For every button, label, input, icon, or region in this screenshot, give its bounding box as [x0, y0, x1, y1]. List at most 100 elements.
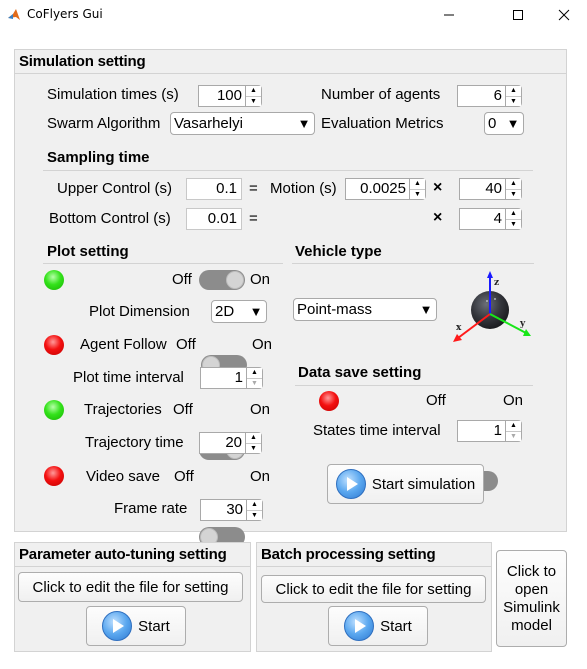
data-save-setting-title: Data save setting [298, 364, 422, 381]
spin-down-icon[interactable]: ▼ [506, 188, 521, 200]
motion-label: Motion (s) [270, 180, 337, 197]
vehicle-type-dropdown[interactable]: Point-mass ▼ [293, 298, 437, 321]
y-axis-label: y [519, 319, 526, 329]
trajectories-status-lamp [44, 400, 64, 420]
chevron-down-icon: ▼ [419, 302, 433, 317]
data-save-status-lamp [319, 391, 339, 411]
spin-down-icon[interactable]: ▼ [506, 218, 521, 230]
trajectory-time-spinner[interactable]: 20 ▲ ▼ [199, 432, 262, 454]
batch-edit-file-button[interactable]: Click to edit the file for setting [261, 575, 486, 603]
spin-up-icon[interactable]: ▲ [247, 368, 262, 378]
close-button[interactable] [541, 0, 587, 30]
frame-rate-spinner[interactable]: 30 ▲ ▼ [200, 499, 263, 521]
spin-down-icon[interactable]: ▼ [410, 188, 425, 200]
trajectory-time-label: Trajectory time [85, 434, 184, 451]
states-time-interval-value[interactable]: 1 [458, 421, 505, 441]
start-simulation-button[interactable]: Start simulation [327, 464, 484, 504]
plot-off-label: Off [172, 271, 192, 288]
plot-dimension-value: 2D [215, 303, 235, 320]
swarm-algorithm-dropdown[interactable]: Vasarhelyi ▼ [170, 112, 315, 135]
spin-up-icon[interactable]: ▲ [506, 86, 521, 96]
close-icon [558, 9, 570, 21]
trajectories-on-label: On [250, 401, 271, 418]
data-save-on-label: On [503, 392, 524, 409]
plot-time-interval-spinner[interactable]: 1 ▲ ▼ [200, 367, 263, 389]
motion-spinner[interactable]: 0.0025 ▲ ▼ [345, 178, 426, 200]
bottom-control-label: Bottom Control (s) [49, 210, 171, 227]
vehicle-type-title: Vehicle type [295, 243, 382, 260]
spin-up-icon[interactable]: ▲ [246, 433, 261, 443]
swarm-algorithm-label: Swarm Algorithm [47, 115, 161, 132]
chevron-down-icon: ▼ [297, 116, 311, 131]
spin-down-icon[interactable]: ▼ [247, 377, 262, 389]
title-bar: CoFlyers Gui [0, 0, 587, 30]
vehicle-type-value: Point-mass [297, 301, 373, 318]
plot-toggle[interactable] [199, 270, 245, 290]
panel-divider [15, 566, 250, 567]
window-title: CoFlyers Gui [27, 7, 103, 21]
batch-start-button[interactable]: Start [328, 606, 428, 646]
bottom-multiplier-spinner[interactable]: 4 ▲ ▼ [459, 208, 522, 230]
upper-multiplier-spinner[interactable]: 40 ▲ ▼ [459, 178, 522, 200]
simulation-times-value[interactable]: 100 [199, 86, 245, 106]
z-axis-label: z [494, 278, 499, 288]
open-simulink-model-button[interactable]: Click to open Simulink model [496, 550, 567, 647]
trajectory-time-value[interactable]: 20 [200, 433, 245, 453]
spin-down-icon[interactable]: ▼ [506, 430, 521, 442]
bottom-multiplier-value[interactable]: 4 [460, 209, 505, 229]
evaluation-metrics-dropdown[interactable]: 0 ▼ [484, 112, 524, 135]
motion-value[interactable]: 0.0025 [346, 179, 409, 199]
upper-control-field[interactable]: 0.1 [186, 178, 242, 200]
states-time-interval-spinner[interactable]: 1 ▲ ▼ [457, 420, 522, 442]
agent-follow-status-lamp [44, 335, 64, 355]
evaluation-metrics-value: 0 [488, 115, 497, 132]
video-save-status-lamp [44, 466, 64, 486]
plot-time-interval-value[interactable]: 1 [201, 368, 246, 388]
chevron-down-icon: ▼ [249, 304, 263, 319]
auto-tuning-edit-file-button[interactable]: Click to edit the file for setting [18, 572, 243, 602]
section-divider [295, 385, 533, 386]
minimize-button[interactable] [426, 0, 472, 30]
toggle-knob[interactable] [226, 271, 244, 289]
plot-dimension-dropdown[interactable]: 2D ▼ [211, 300, 267, 323]
simulation-times-spinner[interactable]: 100 ▲ ▼ [198, 85, 262, 107]
spin-up-icon[interactable]: ▲ [506, 179, 521, 189]
spin-down-icon[interactable]: ▼ [506, 95, 521, 107]
plot-time-interval-label: Plot time interval [73, 369, 184, 386]
panel-divider [257, 566, 491, 567]
panel-title: Parameter auto-tuning setting [19, 546, 227, 563]
maximize-button[interactable] [495, 0, 541, 30]
upper-multiplier-value[interactable]: 40 [460, 179, 505, 199]
spin-up-icon[interactable]: ▲ [410, 179, 425, 189]
spin-up-icon[interactable]: ▲ [246, 86, 261, 96]
number-of-agents-value[interactable]: 6 [458, 86, 505, 106]
simulink-button-line: open [514, 580, 549, 598]
multiply-sign: × [433, 209, 443, 226]
spin-down-icon[interactable]: ▼ [246, 442, 261, 454]
panel-title: Batch processing setting [261, 546, 436, 563]
spin-down-icon[interactable]: ▼ [247, 509, 262, 521]
start-label: Start [138, 617, 170, 635]
number-of-agents-spinner[interactable]: 6 ▲ ▼ [457, 85, 522, 107]
play-icon [344, 611, 375, 641]
auto-tuning-start-button[interactable]: Start [86, 606, 186, 646]
x-axis-label: x [456, 323, 462, 333]
multiply-sign: × [433, 179, 443, 196]
point-mass-vehicle-icon: z x y [453, 271, 531, 342]
section-divider [43, 170, 533, 171]
spin-up-icon[interactable]: ▲ [247, 500, 262, 510]
agent-follow-label: Agent Follow [80, 336, 167, 353]
spin-up-icon[interactable]: ▲ [506, 421, 521, 431]
trajectories-label: Trajectories [84, 401, 162, 418]
simulation-times-label: Simulation times (s) [47, 86, 179, 103]
bottom-control-field[interactable]: 0.01 [186, 208, 242, 230]
section-divider [43, 263, 283, 264]
frame-rate-value[interactable]: 30 [201, 500, 246, 520]
data-save-off-label: Off [426, 392, 446, 409]
spin-up-icon[interactable]: ▲ [506, 209, 521, 219]
agent-follow-off-label: Off [176, 336, 196, 353]
play-icon [335, 469, 366, 499]
spin-down-icon[interactable]: ▼ [246, 95, 261, 107]
states-time-interval-label: States time interval [313, 422, 441, 439]
chevron-down-icon: ▼ [506, 116, 520, 131]
